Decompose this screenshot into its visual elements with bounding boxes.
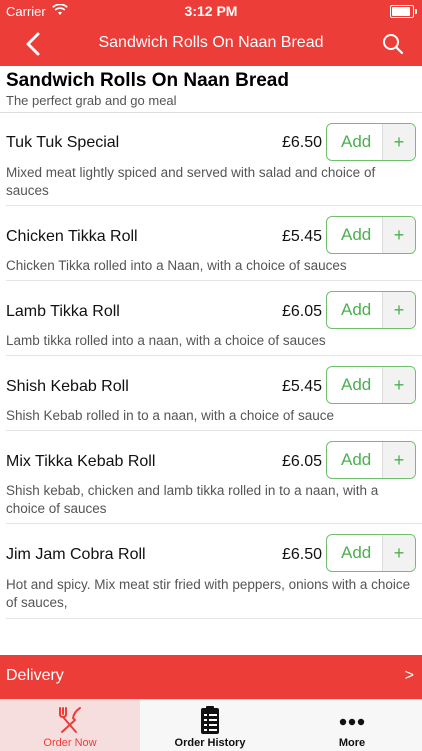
item-name: Jim Jam Cobra Roll: [6, 546, 146, 563]
menu-item[interactable]: Chicken Tikka Roll £5.45 Add + Chicken T…: [6, 206, 422, 281]
nav-bar: Sandwich Rolls On Naan Bread: [0, 22, 422, 66]
add-button[interactable]: Add +: [326, 534, 416, 572]
section-header: Sandwich Rolls On Naan Bread The perfect…: [0, 66, 422, 113]
item-name: Mix Tikka Kebab Roll: [6, 453, 156, 470]
item-name: Tuk Tuk Special: [6, 134, 120, 151]
add-label: Add: [341, 300, 372, 319]
plus-icon[interactable]: +: [382, 535, 415, 571]
nav-title: Sandwich Rolls On Naan Bread: [98, 34, 324, 51]
item-price: £5.45: [281, 228, 322, 245]
tab-label: More: [338, 737, 366, 749]
search-icon[interactable]: [380, 31, 406, 57]
add-button[interactable]: Add +: [326, 123, 416, 161]
tab-order-now[interactable]: Order Now: [0, 700, 140, 751]
clipboard-icon: [194, 704, 226, 736]
menu-item[interactable]: Lamb Tikka Roll £6.05 Add + Lamb tikka r…: [6, 281, 422, 356]
item-description: Shish kebab, chicken and lamb tikka roll…: [6, 483, 379, 516]
add-label: Add: [341, 132, 372, 151]
plus-icon[interactable]: +: [382, 442, 415, 478]
item-price: £6.50: [281, 546, 322, 563]
tab-label: Order Now: [43, 737, 97, 749]
status-bar: Carrier 3:12 PM: [0, 0, 422, 22]
section-subtitle: The perfect grab and go meal: [6, 93, 177, 108]
item-price: £6.50: [281, 134, 322, 151]
add-button[interactable]: Add +: [326, 441, 416, 479]
add-label: Add: [341, 543, 372, 562]
add-button[interactable]: Add +: [326, 366, 416, 404]
tab-bar: Order Now Order History More: [0, 699, 422, 751]
chevron-left-icon[interactable]: [20, 30, 48, 58]
item-description: Mixed meat lightly spiced and served wit…: [6, 165, 376, 198]
menu-item[interactable]: Shish Kebab Roll £5.45 Add + Shish Kebab…: [6, 356, 422, 431]
item-description: Hot and spicy. Mix meat stir fried with …: [6, 577, 411, 610]
plus-icon[interactable]: +: [382, 367, 415, 403]
item-price: £5.45: [281, 378, 322, 395]
menu-item[interactable]: Jim Jam Cobra Roll £6.50 Add + Hot and s…: [6, 524, 422, 619]
delivery-label: Delivery: [6, 667, 64, 684]
battery-icon: [390, 5, 417, 18]
tab-label: Order History: [174, 737, 246, 749]
fork-knife-icon: [54, 704, 86, 736]
item-description: Shish Kebab rolled in to a naan, with a …: [6, 408, 334, 423]
item-name: Lamb Tikka Roll: [6, 303, 120, 320]
menu-item[interactable]: Mix Tikka Kebab Roll £6.05 Add + Shish k…: [6, 431, 422, 524]
delivery-bar[interactable]: Delivery >: [0, 655, 422, 699]
add-label: Add: [341, 375, 372, 394]
section-title: Sandwich Rolls On Naan Bread: [6, 70, 289, 91]
item-description: Lamb tikka rolled into a naan, with a ch…: [6, 333, 326, 348]
plus-icon[interactable]: +: [382, 292, 415, 328]
item-name: Chicken Tikka Roll: [6, 228, 138, 245]
add-label: Add: [341, 225, 372, 244]
more-dots-icon: [336, 704, 368, 736]
item-name: Shish Kebab Roll: [6, 378, 129, 395]
plus-icon[interactable]: +: [382, 217, 415, 253]
item-price: £6.05: [281, 303, 322, 320]
battery-level-fill: [392, 7, 410, 16]
plus-icon[interactable]: +: [382, 124, 415, 160]
tab-order-history[interactable]: Order History: [140, 700, 280, 751]
menu-list: Tuk Tuk Special £6.50 Add + Mixed meat l…: [0, 112, 422, 619]
status-time: 3:12 PM: [184, 3, 238, 19]
add-button[interactable]: Add +: [326, 216, 416, 254]
chevron-right-icon: >: [404, 667, 414, 684]
tab-more[interactable]: More: [282, 700, 422, 751]
add-label: Add: [341, 450, 372, 469]
menu-item[interactable]: Tuk Tuk Special £6.50 Add + Mixed meat l…: [6, 112, 422, 206]
item-price: £6.05: [281, 453, 322, 470]
add-button[interactable]: Add +: [326, 291, 416, 329]
item-description: Chicken Tikka rolled into a Naan, with a…: [6, 258, 347, 273]
